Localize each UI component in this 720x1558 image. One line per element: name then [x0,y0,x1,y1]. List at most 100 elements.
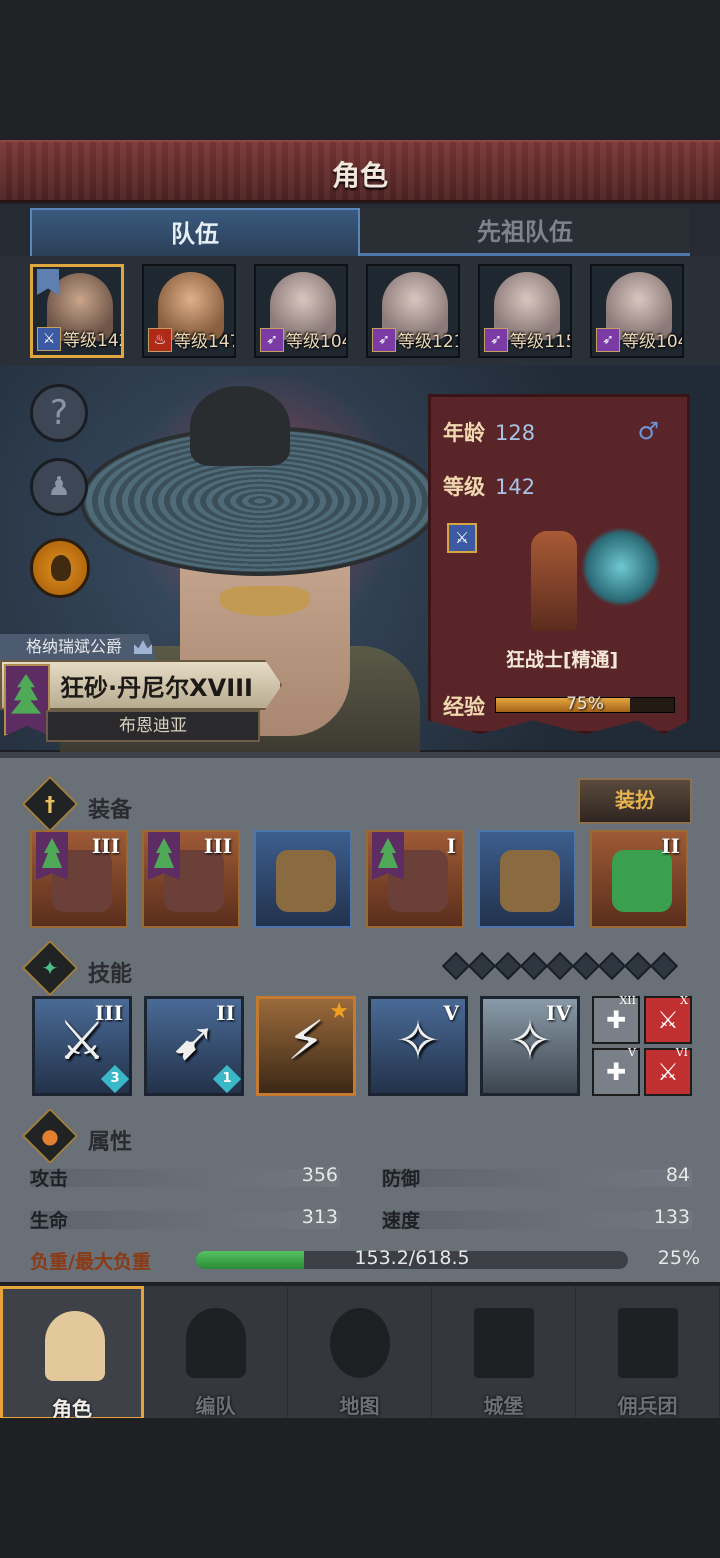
life-label: 生命 [30,1210,69,1232]
nav-label: 城堡 [483,1394,524,1418]
life-value: 313 [301,1206,338,1228]
party-member-1[interactable]: ⚔ 等级142 [30,264,124,358]
slot-rank: I [446,834,456,858]
defense-label: 防御 [382,1168,421,1190]
equipment-slot[interactable] [478,830,576,928]
party-member-3[interactable]: ➶ 等级104 [254,264,348,358]
nav-character[interactable]: 角色 [0,1286,144,1421]
item-image [276,850,336,912]
outfit-button[interactable]: 装扮 [578,778,692,824]
party-member-6[interactable]: ➶ 等级104 [590,264,684,358]
page-title: 角色 [331,159,388,192]
skill-rank: V [443,1001,459,1025]
helmet-icon [186,1308,246,1378]
skill-slot[interactable]: ⚡ ★ [256,996,356,1096]
party-member-5[interactable]: ➶ 等级115 [478,264,572,358]
member-level: 等级121 [398,332,460,352]
member-level: 等级104 [286,332,348,352]
bow-icon: ➶ [596,328,620,352]
tab-team[interactable]: 队伍 [30,208,360,256]
nav-label: 地图 [339,1394,380,1418]
passive-skill-slot[interactable]: ⚔ VI [644,1046,692,1096]
nav-formation[interactable]: 编队 [144,1286,288,1420]
equipment-slot[interactable]: II [590,830,688,928]
slot-rank: III [203,834,232,858]
sword-banner-icon [618,1308,678,1378]
bow-icon: ➶ [372,328,396,352]
nav-map[interactable]: 地图 [288,1286,432,1420]
skill-slot[interactable]: ✧ V [368,996,468,1096]
skill-rank: X [680,994,688,1007]
figure-icon: ♟ [47,472,71,502]
bottom-nav: 角色 编队 地图 城堡 佣兵团 [0,1284,720,1421]
item-image [500,850,560,912]
potion-button[interactable] [30,538,90,598]
equipment-slot[interactable]: III [142,830,240,928]
equipment-slot[interactable]: III [30,830,128,928]
hero-info-card: 年龄 128 ♂ 等级 142 ⚔ 狂战士[精通] 经验 75% [428,394,690,734]
nav-label: 佣兵团 [617,1394,678,1418]
party-member-2[interactable]: ♨ 等级147 [142,264,236,358]
hero-title: 格纳瑞斌公爵 [0,634,157,660]
sword-icon: ⚔ [37,327,61,351]
passive-skill-slot[interactable]: ✚ V [592,1046,640,1096]
exp-value: 75% [566,694,604,714]
load-value: 153.2/618.5 [354,1247,470,1269]
skill-rank: IV [546,1001,571,1025]
member-level: 等级115 [510,332,572,352]
age-value: 128 [495,421,536,445]
equipment-slot[interactable] [254,830,352,928]
passive-skill-slot[interactable]: ⚔ X [644,994,692,1044]
bow-icon: ➶ [260,328,284,352]
skill-slot[interactable]: ➹ II 1 [144,996,244,1096]
slot-rank: III [91,834,120,858]
equipment-slot[interactable]: I [366,830,464,928]
knight-icon [45,1311,105,1381]
flame-icon: ♨ [148,328,172,352]
tab-ancestor-team[interactable]: 先祖队伍 [360,208,690,256]
member-level: 等级147 [174,332,236,352]
equipment-section-icon: † [21,775,79,833]
hero-name: 狂砂·丹尼尔XVIII [60,674,253,702]
hero-hat-top [190,386,290,466]
item-image [612,850,672,912]
class-portrait[interactable] [511,517,671,637]
person-icon: ● [41,1124,59,1148]
berserker-figure [531,531,577,631]
level-label: 等级 [443,475,485,499]
class-tree-button[interactable]: ♟ [30,458,88,516]
party-member-4[interactable]: ➶ 等级121 [366,264,460,358]
help-button[interactable]: ? [30,384,88,442]
nav-castle[interactable]: 城堡 [432,1286,576,1420]
skill-slot[interactable]: ✧ IV [480,996,580,1096]
page-header: 角色 [0,140,720,202]
castle-icon [474,1308,534,1378]
axe-icon [581,527,661,607]
status-bar-area [0,0,720,140]
star-icon: ✦ [41,956,59,980]
passive-skill-slot[interactable]: ✚ XII [592,994,640,1044]
nav-label: 编队 [195,1394,236,1418]
male-icon: ♂ [637,417,659,445]
sword-icon: ⚔ [447,523,477,553]
sword-icon: ⚔ [657,1006,679,1034]
leader-flag-icon [37,269,59,295]
house-flag-icon [372,832,404,880]
skill-rank: III [94,1001,123,1025]
house-flag-icon [148,832,180,880]
speed-label: 速度 [382,1210,421,1232]
cross-icon: ✚ [605,1058,627,1086]
skill-level-badge: 3 [100,1064,130,1094]
skill-slot[interactable]: ⚔ III 3 [32,996,132,1096]
skill-rank: XII [619,994,636,1007]
skill-rank: V [628,1046,636,1059]
level-row: 等级 142 [443,471,535,501]
load-label: 负重/最大负重 [30,1251,151,1273]
bow-icon: ➶ [484,328,508,352]
skill-level: 3 [110,1071,120,1086]
bottom-area [0,1418,720,1558]
character-screen: 角色 队伍 先祖队伍 ⚔ 等级142 ♨ 等级147 ➶ 等级104 ➶ 等级1… [0,0,720,1558]
nav-mercenary[interactable]: 佣兵团 [576,1286,720,1420]
cross-icon: ✚ [605,1006,627,1034]
hero-mustache [220,586,310,616]
